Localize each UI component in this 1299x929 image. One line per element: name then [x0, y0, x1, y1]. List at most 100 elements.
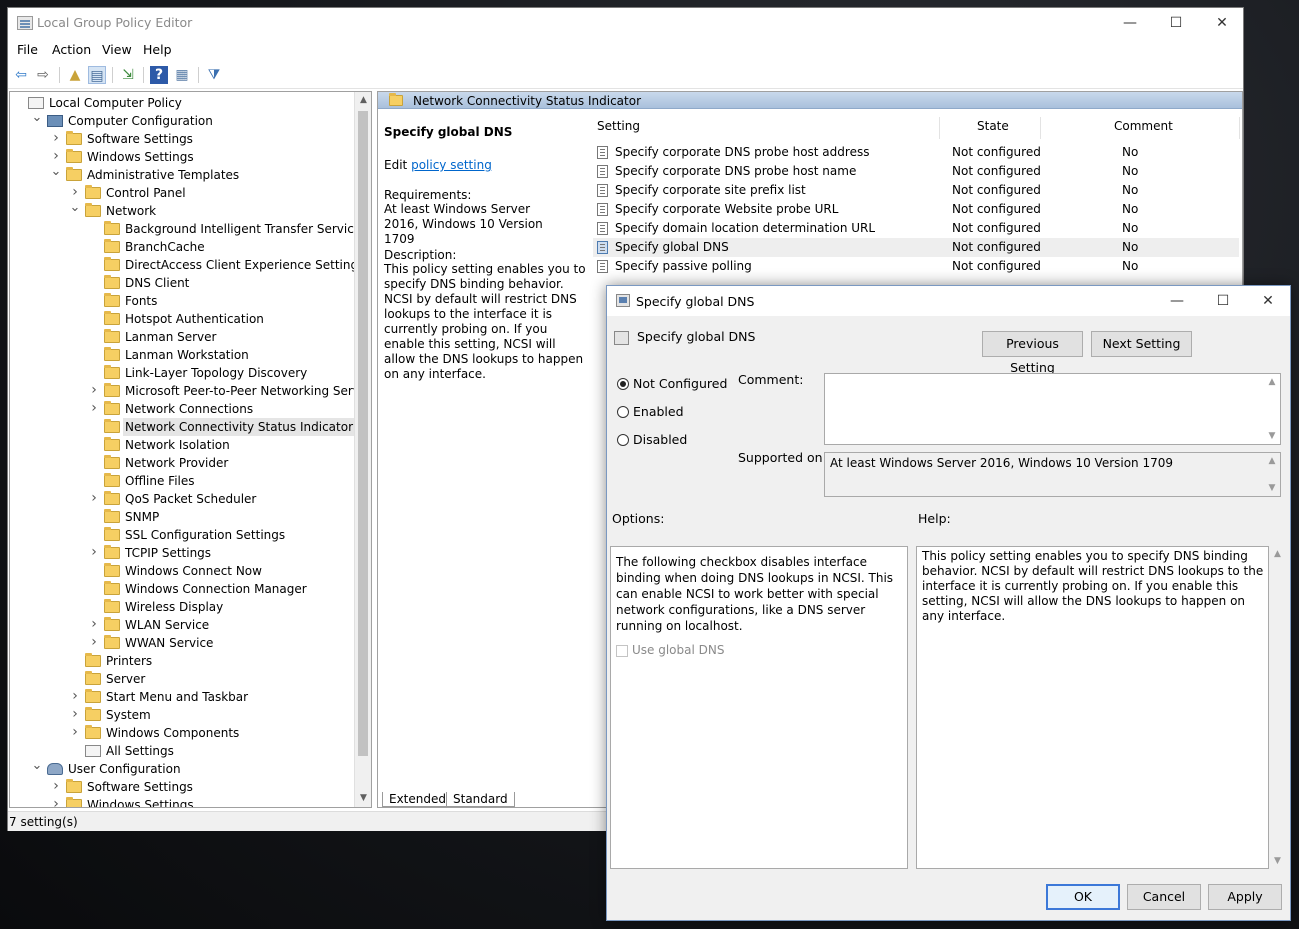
radio-enabled-label[interactable]: Enabled [633, 404, 684, 419]
tree-node[interactable]: Windows Connection Manager [10, 580, 350, 598]
tab-standard[interactable]: Standard [446, 792, 515, 807]
tree-node[interactable]: Fonts [10, 292, 350, 310]
collapse-arrow-icon[interactable]: ⌄ [50, 165, 62, 178]
tree-node[interactable]: Lanman Server [10, 328, 350, 346]
tree-node[interactable]: Wireless Display [10, 598, 350, 616]
tree-node[interactable]: Network Connectivity Status Indicator [10, 418, 356, 436]
expand-arrow-icon[interactable]: › [50, 148, 62, 165]
tree-node[interactable]: › Windows Components [10, 724, 350, 742]
table-row[interactable]: Specify passive polling Not configured No [593, 257, 1239, 276]
expand-arrow-icon[interactable]: › [88, 634, 100, 651]
show-hide-tree-icon[interactable]: ▤ [88, 66, 106, 84]
column-header-setting[interactable]: Setting [597, 119, 640, 141]
expand-arrow-icon[interactable]: › [69, 184, 81, 201]
close-button[interactable]: ✕ [1199, 8, 1245, 38]
table-row[interactable]: Specify corporate site prefix list Not co… [593, 181, 1239, 200]
help-scrollbar[interactable]: ▲ ▼ [1271, 546, 1287, 869]
filter-icon[interactable]: ⧩ [205, 66, 223, 84]
menu-file[interactable]: File [17, 42, 38, 57]
column-header-comment[interactable]: Comment [1114, 119, 1173, 141]
tree-node[interactable]: › WLAN Service [10, 616, 350, 634]
expand-arrow-icon[interactable]: › [69, 706, 81, 723]
radio-not-configured-label[interactable]: Not Configured [633, 376, 727, 391]
scroll-up-icon[interactable]: ▲ [355, 92, 371, 109]
tree-node[interactable]: Hotspot Authentication [10, 310, 350, 328]
apply-button[interactable]: Apply [1208, 884, 1282, 910]
expand-arrow-icon[interactable]: › [69, 724, 81, 741]
up-folder-icon[interactable]: ▲ [66, 66, 84, 84]
scroll-down-icon[interactable]: ▼ [355, 790, 371, 807]
menu-action[interactable]: Action [52, 42, 91, 57]
expand-arrow-icon[interactable]: › [50, 778, 62, 795]
tree-node[interactable]: Network Isolation [10, 436, 350, 454]
forward-icon[interactable]: ⇨ [34, 66, 52, 84]
tree-node[interactable]: All Settings [10, 742, 350, 760]
properties-icon[interactable]: ▦ [173, 66, 191, 84]
tree-node[interactable]: › TCPIP Settings [10, 544, 350, 562]
scroll-up-icon[interactable]: ▲ [1274, 549, 1281, 559]
dialog-minimize-button[interactable]: — [1154, 286, 1200, 316]
column-header-state[interactable]: State [977, 119, 1009, 141]
collapse-arrow-icon[interactable]: ⌄ [69, 201, 81, 214]
tree-node[interactable]: Offline Files [10, 472, 350, 490]
scroll-up-icon[interactable]: ▲ [1264, 374, 1280, 390]
tree-node[interactable]: Lanman Workstation [10, 346, 350, 364]
tree-scrollbar[interactable]: ▲ ▼ [354, 92, 371, 807]
scroll-up-icon[interactable]: ▲ [1264, 453, 1280, 469]
menu-help[interactable]: Help [143, 42, 172, 57]
maximize-button[interactable]: ☐ [1153, 8, 1199, 38]
expand-arrow-icon[interactable]: › [88, 490, 100, 507]
expand-arrow-icon[interactable]: › [50, 796, 62, 807]
minimize-button[interactable]: — [1107, 8, 1153, 38]
tree-node[interactable]: Windows Connect Now [10, 562, 350, 580]
collapse-arrow-icon[interactable]: ⌄ [31, 111, 43, 124]
radio-disabled[interactable] [617, 434, 629, 446]
tree-node[interactable]: ⌄ Network [10, 201, 350, 220]
tree-node[interactable]: › Control Panel [10, 184, 350, 202]
tree-node[interactable]: DirectAccess Client Experience Settings [10, 256, 364, 274]
use-global-dns-label[interactable]: Use global DNS [632, 643, 724, 657]
tree-node[interactable]: › Network Connections [10, 400, 350, 418]
edit-policy-link[interactable]: policy setting [411, 158, 492, 172]
expand-arrow-icon[interactable]: › [88, 616, 100, 633]
radio-disabled-label[interactable]: Disabled [633, 432, 687, 447]
radio-not-configured[interactable] [617, 378, 629, 390]
tree-node[interactable]: › WWAN Service [10, 634, 350, 652]
tree-node[interactable]: Link-Layer Topology Discovery [10, 364, 350, 382]
use-global-dns-checkbox[interactable] [616, 645, 628, 657]
tree-node[interactable]: › Windows Settings [10, 148, 350, 166]
tree-node[interactable]: Local Computer Policy [10, 94, 350, 112]
tree-node[interactable]: › System [10, 706, 350, 724]
back-icon[interactable]: ⇦ [12, 66, 30, 84]
tree-node[interactable]: ⌄ Computer Configuration [10, 111, 350, 130]
tree-node[interactable]: SSL Configuration Settings [10, 526, 350, 544]
collapse-arrow-icon[interactable]: ⌄ [31, 759, 43, 772]
tree-pane[interactable]: Local Computer Policy ⌄ Computer Configura… [9, 91, 372, 808]
menu-view[interactable]: View [102, 42, 132, 57]
table-row[interactable]: Specify corporate DNS probe host address… [593, 143, 1239, 162]
dialog-maximize-button[interactable]: ☐ [1200, 286, 1246, 316]
dialog-close-button[interactable]: ✕ [1245, 286, 1291, 316]
table-row[interactable]: Specify corporate Website probe URL Not c… [593, 200, 1239, 219]
tab-extended[interactable]: Extended [382, 792, 453, 807]
table-row[interactable]: Specify corporate DNS probe host name Not… [593, 162, 1239, 181]
tree-node[interactable]: › Windows Settings [10, 796, 350, 807]
table-row[interactable]: Specify domain location determination UR… [593, 219, 1239, 238]
comment-scrollbar[interactable]: ▲ ▼ [1264, 374, 1280, 444]
table-row[interactable]: Specify global DNS Not configured No [593, 238, 1239, 257]
cancel-button[interactable]: Cancel [1127, 884, 1201, 910]
tree-node[interactable]: BranchCache [10, 238, 350, 256]
tree-node[interactable]: ⌄ Administrative Templates [10, 165, 350, 184]
help-icon[interactable]: ? [150, 66, 168, 84]
previous-setting-button[interactable]: Previous Setting [982, 331, 1083, 375]
tree-node[interactable]: Background Intelligent Transfer Service … [10, 220, 371, 238]
scroll-down-icon[interactable]: ▼ [1264, 428, 1280, 444]
expand-arrow-icon[interactable]: › [88, 382, 100, 399]
tree-node[interactable]: Server [10, 670, 350, 688]
expand-arrow-icon[interactable]: › [50, 130, 62, 147]
radio-enabled[interactable] [617, 406, 629, 418]
supported-scrollbar[interactable]: ▲ ▼ [1264, 453, 1280, 496]
tree-node[interactable]: › QoS Packet Scheduler [10, 490, 350, 508]
tree-node[interactable]: › Start Menu and Taskbar [10, 688, 350, 706]
tree-node[interactable]: › Software Settings [10, 130, 350, 148]
